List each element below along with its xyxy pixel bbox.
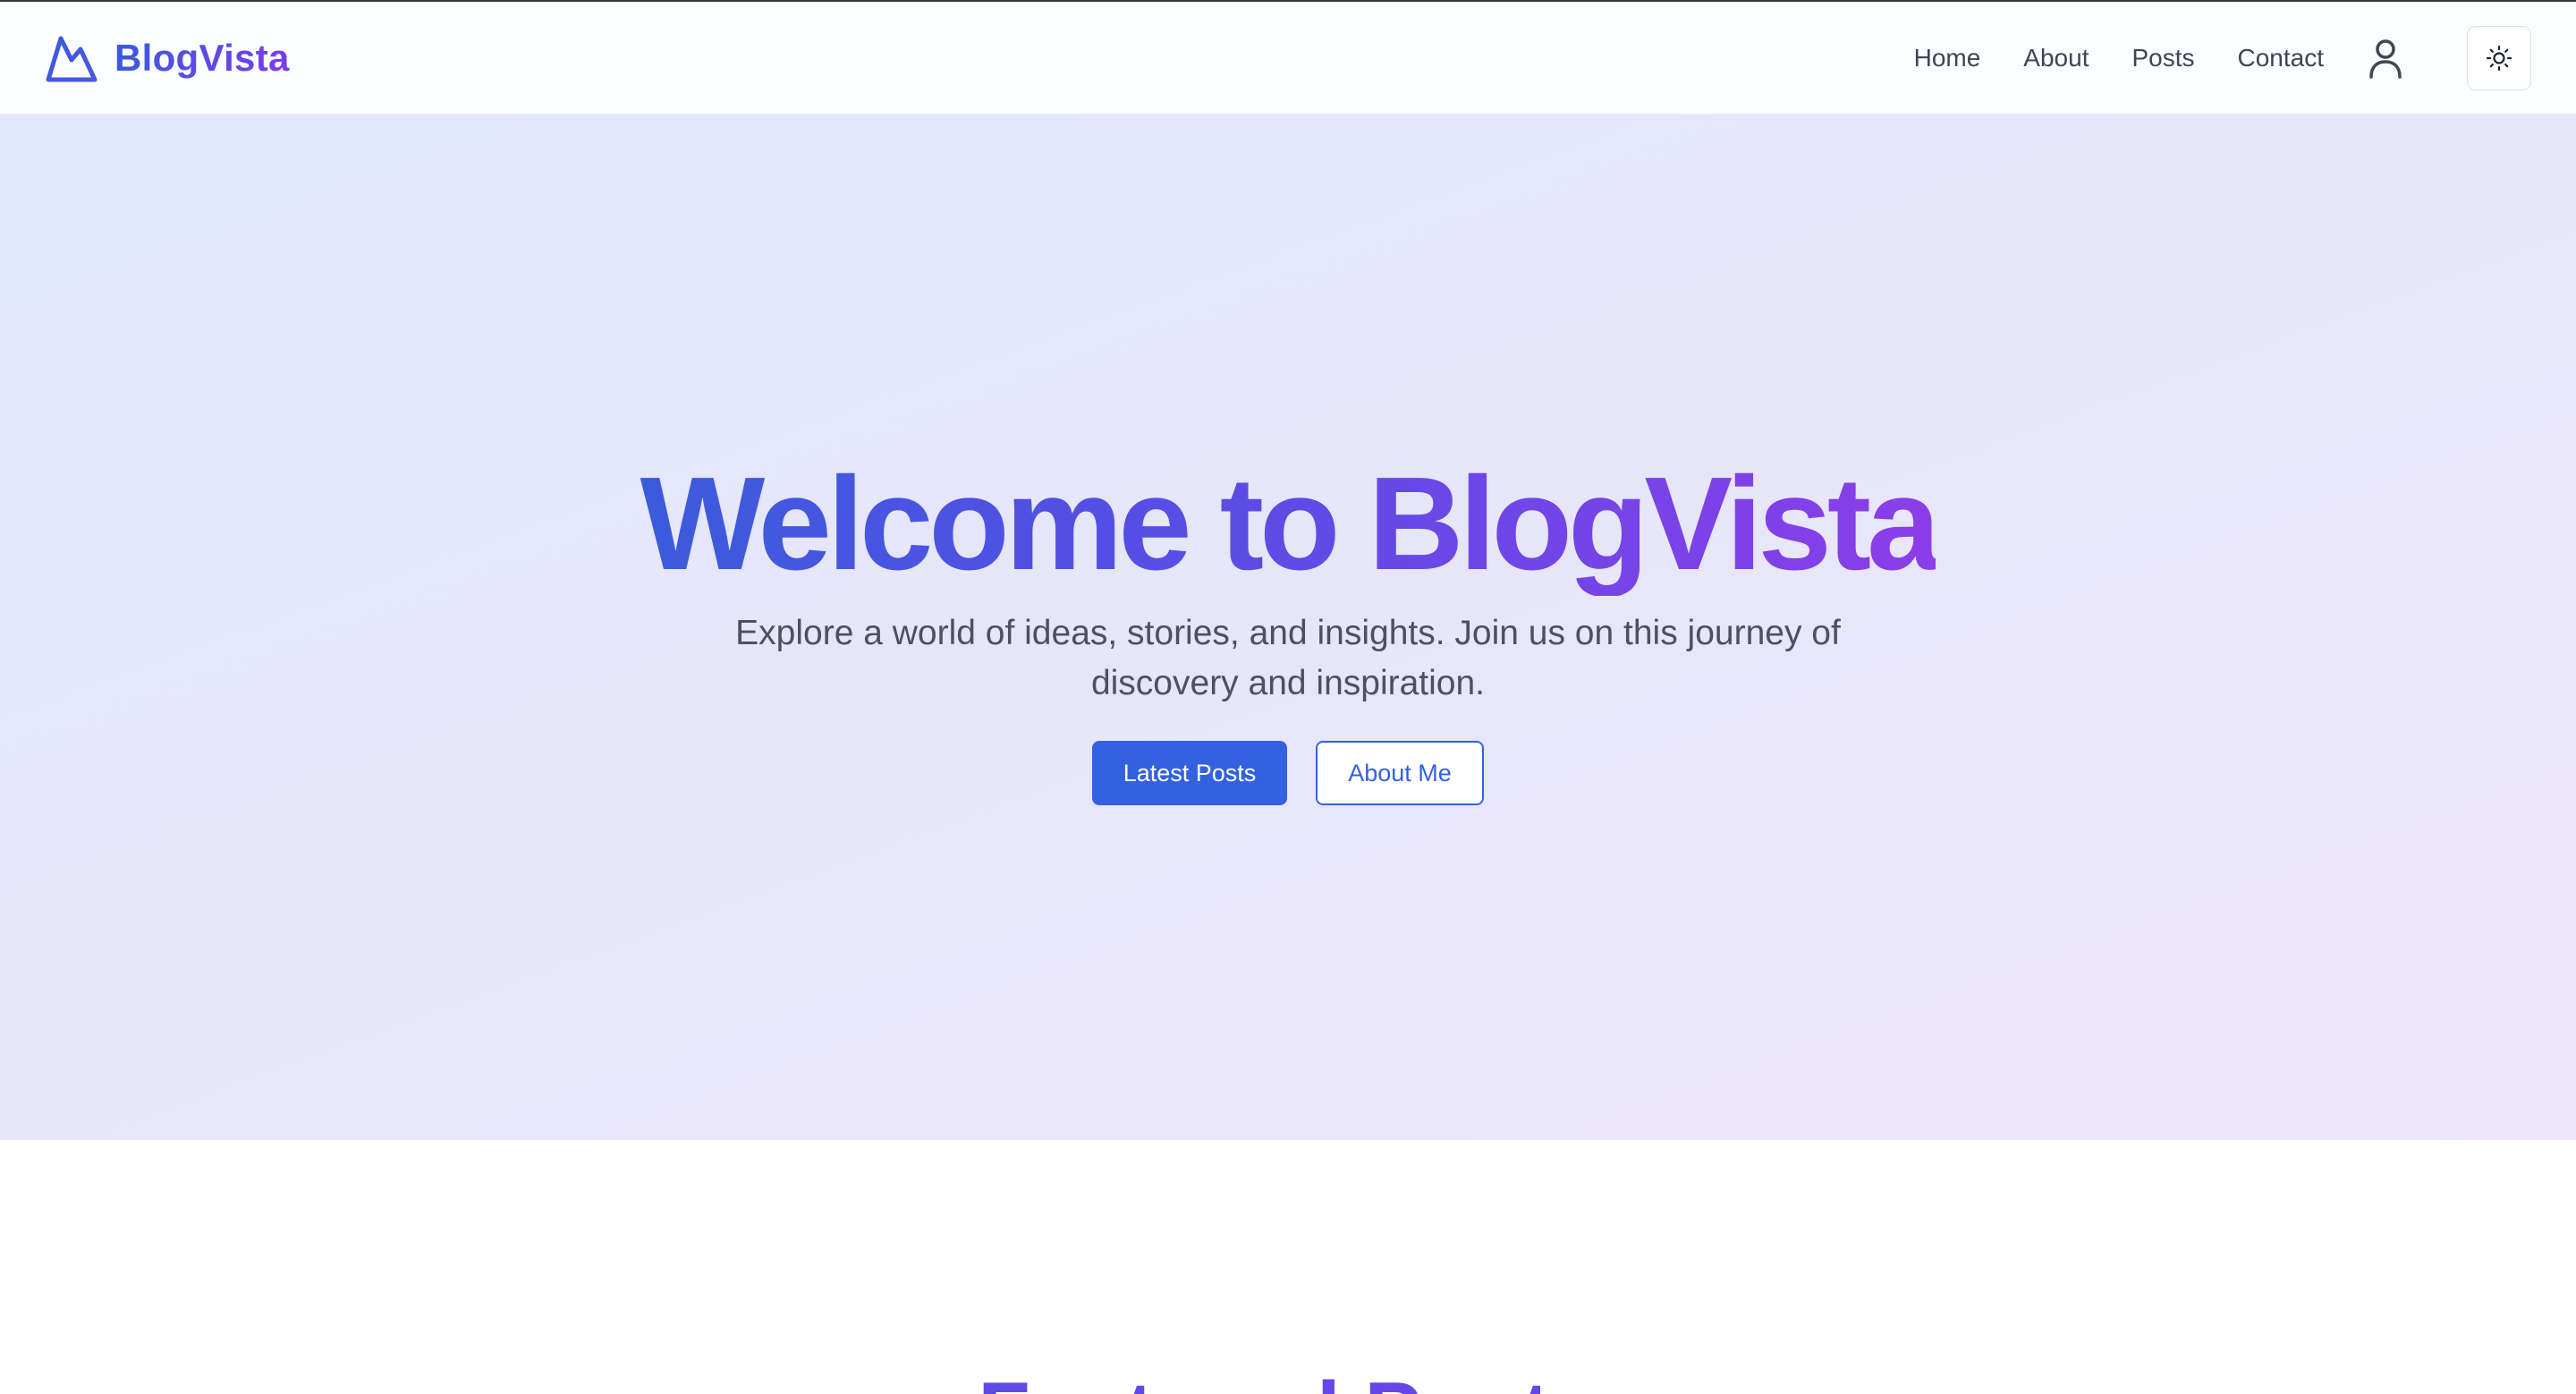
site-header: BlogVista Home About Posts Contact xyxy=(0,2,2576,115)
brand-logo-link[interactable]: BlogVista xyxy=(45,33,290,83)
about-me-button[interactable]: About Me xyxy=(1316,741,1484,805)
page: BlogVista Home About Posts Contact Welco… xyxy=(0,0,2576,1394)
nav-link-home[interactable]: Home xyxy=(1914,44,1981,72)
nav-link-posts[interactable]: Posts xyxy=(2131,44,2194,72)
hero-title: Welcome to BlogVista xyxy=(640,450,1941,598)
brand-name: BlogVista xyxy=(114,36,290,79)
hero-subtitle: Explore a world of ideas, stories, and i… xyxy=(735,614,1841,702)
featured-posts-title: Featured Posts xyxy=(0,1364,2576,1394)
latest-posts-button[interactable]: Latest Posts xyxy=(1092,741,1287,805)
hero-actions: Latest Posts About Me xyxy=(1092,741,1484,805)
nav-link-contact[interactable]: Contact xyxy=(2238,44,2325,72)
main-nav: Home About Posts Contact xyxy=(1914,25,2531,90)
featured-posts-section: Featured Posts xyxy=(0,1140,2576,1394)
nav-link-about[interactable]: About xyxy=(2023,44,2089,72)
mountain-icon xyxy=(46,36,97,81)
theme-toggle-button[interactable] xyxy=(2467,25,2531,90)
sun-icon xyxy=(2486,45,2512,71)
user-icon[interactable] xyxy=(2367,38,2404,79)
hero-section: Welcome to BlogVista Explore a world of … xyxy=(0,115,2576,1140)
